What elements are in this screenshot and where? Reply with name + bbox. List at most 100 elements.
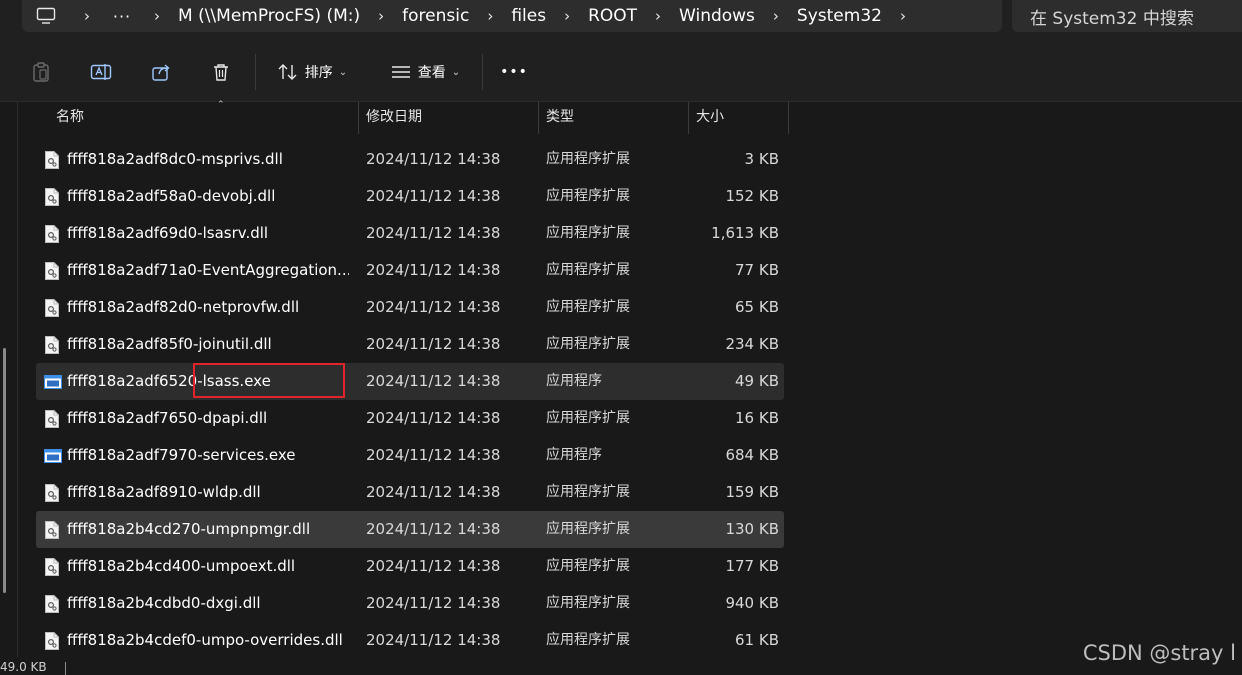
file-name: ffff818a2adf69d0-lsasrv.dll [67,224,269,242]
file-size: 65 KB [735,298,779,316]
breadcrumb-item-files[interactable]: files [507,6,550,26]
rename-icon [90,64,112,80]
file-row[interactable]: ffff818a2b4cdbd0-dxgi.dll 2024/11/12 14:3… [36,585,784,622]
column-header-name[interactable]: 名称 [48,102,358,134]
column-separator[interactable] [788,102,789,134]
dll-file-icon [44,252,62,289]
file-row[interactable]: ffff818a2b4cd400-umpoext.dll 2024/11/12 1… [36,548,784,585]
dll-file-icon [44,289,62,326]
file-row[interactable]: ffff818a2adf71a0-EventAggregation.... 202… [36,252,784,289]
command-bar: 排序 ⌄ 查看 ⌄ ••• [0,42,1242,102]
toolbar-divider [482,54,483,90]
file-modified-date: 2024/11/12 14:38 [366,594,501,612]
column-header-type[interactable]: 类型 [538,102,688,134]
breadcrumb-item-system32[interactable]: System32 [793,6,886,26]
application-icon [44,437,62,474]
file-row[interactable]: ffff818a2adf7650-dpapi.dll 2024/11/12 14:… [36,400,784,437]
file-name: ffff818a2b4cdbd0-dxgi.dll [67,594,261,612]
file-row[interactable]: ffff818a2b4cdef0-umpo-overrides.dll 2024/… [36,622,784,659]
file-size: 152 KB [725,187,779,205]
view-button[interactable]: 查看 ⌄ [384,56,466,88]
delete-button[interactable] [203,56,239,88]
file-type: 应用程序扩展 [546,595,630,611]
column-header-date[interactable]: 修改日期 [358,102,538,134]
status-selection-size: 49.0 KB [0,660,47,674]
breadcrumb-overflow-button[interactable]: ··· [104,7,140,26]
view-list-icon [391,66,410,78]
chevron-right-icon[interactable]: › [473,0,507,32]
file-modified-date: 2024/11/12 14:38 [366,446,501,464]
application-icon [44,363,62,400]
file-name: ffff818a2adf58a0-devobj.dll [67,187,276,205]
file-type: 应用程序扩展 [546,521,630,537]
chevron-right-icon[interactable]: › [759,0,793,32]
breadcrumb-item-windows[interactable]: Windows [675,6,759,26]
file-size: 77 KB [735,261,779,279]
file-row[interactable]: ffff818a2adf7970-services.exe 2024/11/12 … [36,437,784,474]
file-row[interactable]: ffff818a2adf82d0-netprovfw.dll 2024/11/12… [36,289,784,326]
file-size: 16 KB [735,409,779,427]
dll-file-icon [44,178,62,215]
rename-button[interactable] [83,56,119,88]
dll-file-icon [44,474,62,511]
file-name: ffff818a2adf85f0-joinutil.dll [67,335,272,353]
paste-button[interactable] [23,56,59,88]
file-row[interactable]: ffff818a2adf58a0-devobj.dll 2024/11/12 14… [36,178,784,215]
this-pc-icon[interactable] [22,0,70,32]
chevron-right-icon[interactable]: › [550,0,584,32]
chevron-down-icon: ⌄ [338,66,348,78]
file-modified-date: 2024/11/12 14:38 [366,557,501,575]
pane-divider [17,102,18,657]
chevron-right-icon[interactable]: › [70,0,104,32]
dll-file-icon [44,141,62,178]
file-list: ffff818a2adf8dc0-msprivs.dll 2024/11/12 1… [36,141,786,659]
view-label: 查看 [417,65,446,81]
file-type: 应用程序扩展 [546,262,630,278]
more-options-button[interactable]: ••• [497,56,531,88]
breadcrumb-item-drive[interactable]: M (\\MemProcFS) (M:) [174,6,364,26]
file-type: 应用程序扩展 [546,632,630,648]
file-modified-date: 2024/11/12 14:38 [366,520,501,538]
file-name: ffff818a2b4cdef0-umpo-overrides.dll [67,631,343,649]
file-row[interactable]: ffff818a2adf85f0-joinutil.dll 2024/11/12 … [36,326,784,363]
breadcrumb-item-root[interactable]: ROOT [584,6,641,26]
chevron-down-icon: ⌄ [451,66,461,78]
file-name: ffff818a2adf7650-dpapi.dll [67,409,268,427]
navigation-scrollbar[interactable] [3,348,6,593]
chevron-right-icon[interactable]: › [140,0,174,32]
search-input[interactable]: 在 System32 中搜索 [1012,0,1242,32]
breadcrumb-item-forensic[interactable]: forensic [398,6,473,26]
dll-file-icon [44,215,62,252]
file-name: ffff818a2adf71a0-EventAggregation.... [67,261,349,279]
dll-file-icon [44,622,62,659]
file-name: ffff818a2adf8dc0-msprivs.dll [67,150,283,168]
file-size: 177 KB [725,557,779,575]
dll-file-icon [44,585,62,622]
chevron-right-icon[interactable]: › [886,0,920,32]
chevron-right-icon[interactable]: › [364,0,398,32]
file-row[interactable]: ffff818a2adf8dc0-msprivs.dll 2024/11/12 1… [36,141,784,178]
file-type: 应用程序扩展 [546,558,630,574]
file-name: ffff818a2b4cd400-umpoext.dll [67,557,296,575]
annotation-highlight-box [193,363,345,398]
sort-button[interactable]: 排序 ⌄ [272,56,352,88]
dll-file-icon [44,326,62,363]
file-type: 应用程序扩展 [546,188,630,204]
column-header-size[interactable]: 大小 [688,102,788,134]
file-modified-date: 2024/11/12 14:38 [366,335,501,353]
file-size: 684 KB [725,446,779,464]
file-modified-date: 2024/11/12 14:38 [366,372,501,390]
clipboard-icon [33,62,49,82]
chevron-right-icon[interactable]: › [641,0,675,32]
sort-icon [278,64,297,80]
file-row[interactable]: ffff818a2b4cd270-umpnpmgr.dll 2024/11/12 … [36,511,784,548]
file-type: 应用程序扩展 [546,225,630,241]
share-button[interactable] [143,56,179,88]
file-row[interactable]: ffff818a2adf8910-wldp.dll 2024/11/12 14:3… [36,474,784,511]
file-size: 940 KB [725,594,779,612]
file-row[interactable]: ffff818a2adf6520-lsass.exe 2024/11/12 14:… [36,363,784,400]
file-row[interactable]: ffff818a2adf69d0-lsasrv.dll 2024/11/12 14… [36,215,784,252]
breadcrumb[interactable]: › ··· › M (\\MemProcFS) (M:) › forensic … [22,0,1002,32]
file-modified-date: 2024/11/12 14:38 [366,483,501,501]
file-size: 1,613 KB [711,224,779,242]
